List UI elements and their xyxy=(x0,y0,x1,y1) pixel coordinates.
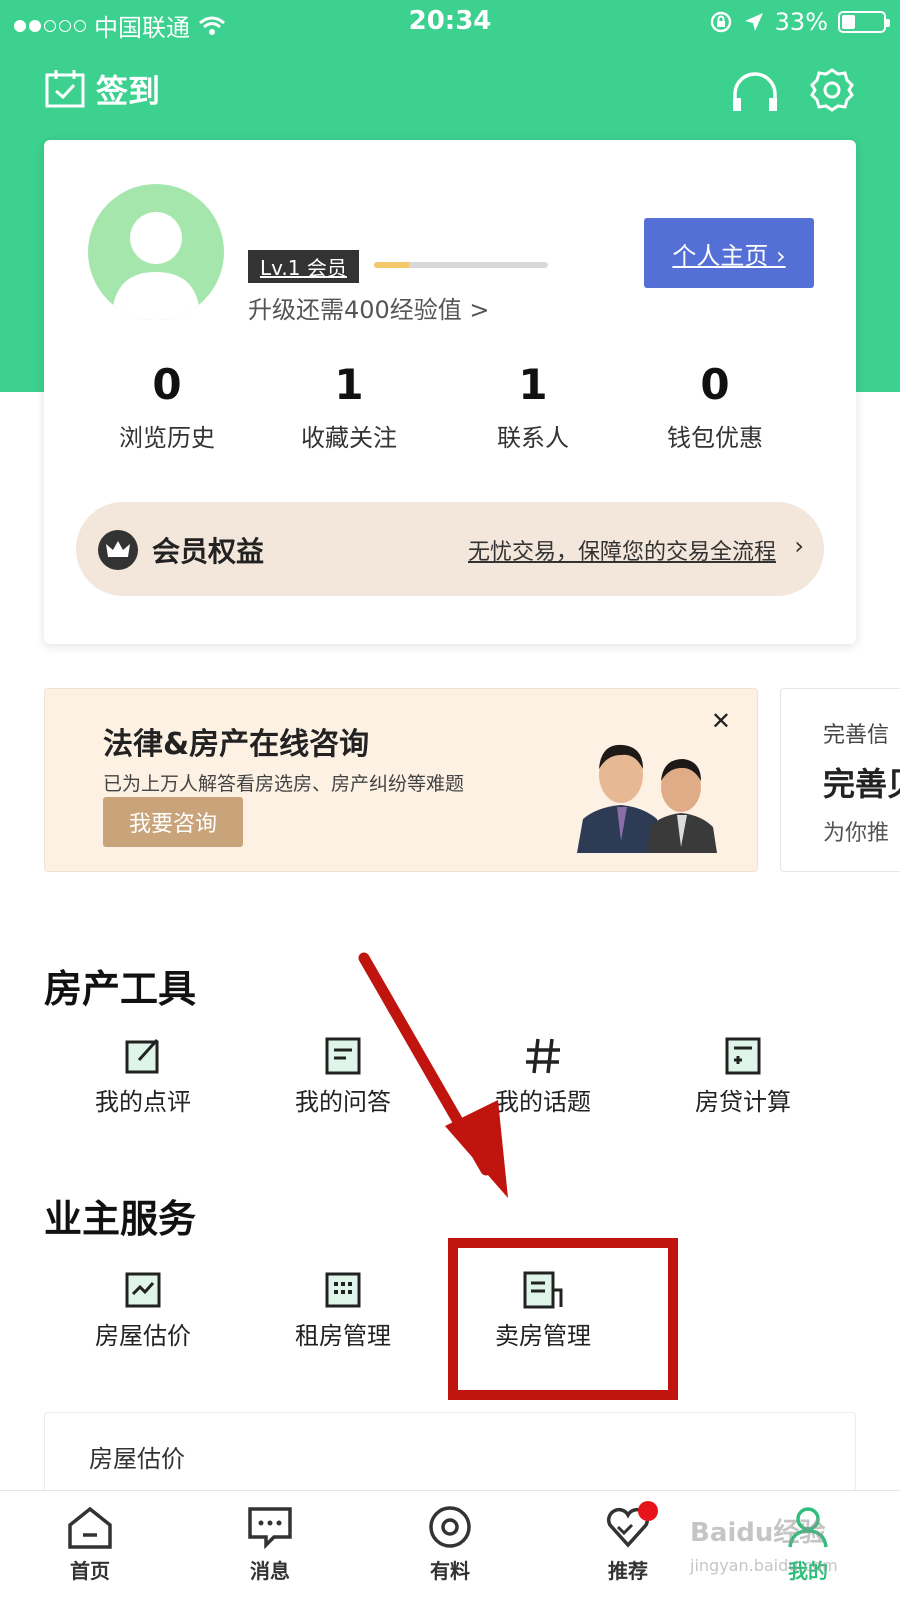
banner2-line3: 为你推 xyxy=(823,821,890,846)
battery-icon xyxy=(838,11,890,33)
personal-homepage-button[interactable]: 个人主页 › xyxy=(644,218,814,288)
stat-value: 0 xyxy=(700,360,730,409)
consult-button[interactable]: 我要咨询 xyxy=(103,797,243,847)
tool-mortgage-calculator[interactable]: 房贷计算 xyxy=(668,1036,818,1117)
notification-dot xyxy=(638,1501,658,1521)
crown-icon xyxy=(98,530,138,570)
tool-my-reviews[interactable]: 我的点评 xyxy=(68,1036,218,1117)
upgrade-hint-link[interactable]: 升级还需400经验值 > xyxy=(248,290,490,325)
checkin-button[interactable]: 签到 xyxy=(44,66,160,112)
tool-label: 房贷计算 xyxy=(695,1088,791,1116)
rotation-lock-icon xyxy=(710,11,731,33)
banner2-line1: 完善信 xyxy=(823,723,890,748)
home-icon xyxy=(68,1506,112,1549)
member-benefits-title: 会员权益 xyxy=(152,535,265,568)
highlight-box xyxy=(448,1238,678,1400)
complete-info-banner[interactable]: 完善信 完善贝 为你推 xyxy=(780,688,900,872)
tab-label: 消息 xyxy=(250,1559,290,1583)
level-badge[interactable]: Lv.1 会员 xyxy=(248,250,359,283)
status-bar: 中国联通 20:34 33% xyxy=(0,0,900,46)
headset-icon[interactable] xyxy=(730,68,780,114)
stat-label: 收藏关注 xyxy=(301,424,397,452)
user-silhouette-icon xyxy=(112,212,200,320)
stat-value: 0 xyxy=(152,360,182,409)
experience-progress-bar xyxy=(374,262,548,268)
service-home-valuation[interactable]: 房屋估价 xyxy=(68,1270,218,1351)
watermark-url: jingyan.baidu.com xyxy=(690,1556,838,1575)
close-icon[interactable]: ✕ xyxy=(711,707,731,735)
stat-value: 1 xyxy=(518,360,548,409)
document-icon xyxy=(325,1037,361,1075)
building-icon xyxy=(325,1272,361,1308)
settings-gear-icon[interactable] xyxy=(810,68,854,112)
tab-messages[interactable]: 消息 xyxy=(210,1505,330,1584)
tab-recommend[interactable]: 推荐 xyxy=(568,1501,688,1584)
stat-label: 浏览历史 xyxy=(119,424,215,452)
tool-label: 房屋估价 xyxy=(95,1322,191,1350)
watermark: Baidu经验 xyxy=(690,1518,826,1548)
chart-icon xyxy=(125,1272,161,1308)
legal-consult-banner[interactable]: 法律&房产在线咨询 已为上万人解答看房选房、房产纠纷等难题 我要咨询 ✕ xyxy=(44,688,758,872)
stat-contacts[interactable]: 1 联系人 xyxy=(448,360,618,453)
location-icon xyxy=(744,13,763,31)
consultants-photo xyxy=(577,744,717,853)
stat-favorites[interactable]: 1 收藏关注 xyxy=(264,360,434,453)
top-header: 签到 xyxy=(0,60,900,124)
stat-wallet-coupons[interactable]: 0 钱包优惠 xyxy=(630,360,800,453)
message-icon xyxy=(248,1507,292,1549)
tool-my-topics[interactable]: 我的话题 xyxy=(468,1036,618,1117)
tab-label: 首页 xyxy=(70,1559,110,1583)
profile-card: Lv.1 会员 升级还需400经验值 > 个人主页 › 0 浏览历史 1 收藏关… xyxy=(44,140,856,644)
banner-title: 法律&房产在线咨询 xyxy=(103,727,370,762)
hashtag-icon xyxy=(526,1038,560,1074)
stats-row: 0 浏览历史 1 收藏关注 1 联系人 0 钱包优惠 xyxy=(44,360,856,460)
tool-label: 我的话题 xyxy=(495,1088,591,1116)
tab-label: 有料 xyxy=(430,1559,470,1583)
tab-discover[interactable]: 有料 xyxy=(390,1505,510,1584)
checkin-label: 签到 xyxy=(96,72,161,110)
banner2-line2: 完善贝 xyxy=(823,765,900,803)
stat-browse-history[interactable]: 0 浏览历史 xyxy=(82,360,252,453)
stat-value: 1 xyxy=(334,360,364,409)
tool-label: 我的问答 xyxy=(295,1088,391,1116)
calculator-icon xyxy=(725,1037,761,1075)
valuation-card-title: 房屋估价 xyxy=(89,1445,185,1473)
tab-label: 推荐 xyxy=(608,1559,648,1583)
discover-icon xyxy=(429,1506,471,1548)
tool-my-qa[interactable]: 我的问答 xyxy=(268,1036,418,1117)
member-benefits-description: 无忧交易，保障您的交易全流程 xyxy=(467,540,776,565)
banner-subtitle: 已为上万人解答看房选房、房产纠纷等难题 xyxy=(103,773,465,795)
tool-label: 我的点评 xyxy=(95,1088,191,1116)
stat-label: 钱包优惠 xyxy=(667,424,763,452)
tool-label: 租房管理 xyxy=(295,1322,391,1350)
property-tools-title: 房产工具 xyxy=(44,967,197,1011)
status-right: 33% xyxy=(709,8,890,36)
service-rental-management[interactable]: 租房管理 xyxy=(268,1270,418,1351)
stat-label: 联系人 xyxy=(497,424,569,452)
owner-services-title: 业主服务 xyxy=(44,1197,197,1241)
avatar[interactable] xyxy=(88,184,224,320)
chevron-right-icon: › xyxy=(794,532,804,560)
calendar-check-icon xyxy=(45,70,85,108)
edit-icon xyxy=(125,1038,159,1074)
member-benefits-bar[interactable]: 会员权益 无忧交易，保障您的交易全流程 › xyxy=(76,502,824,596)
tab-home[interactable]: 首页 xyxy=(30,1505,150,1584)
battery-percent: 33% xyxy=(774,8,828,36)
